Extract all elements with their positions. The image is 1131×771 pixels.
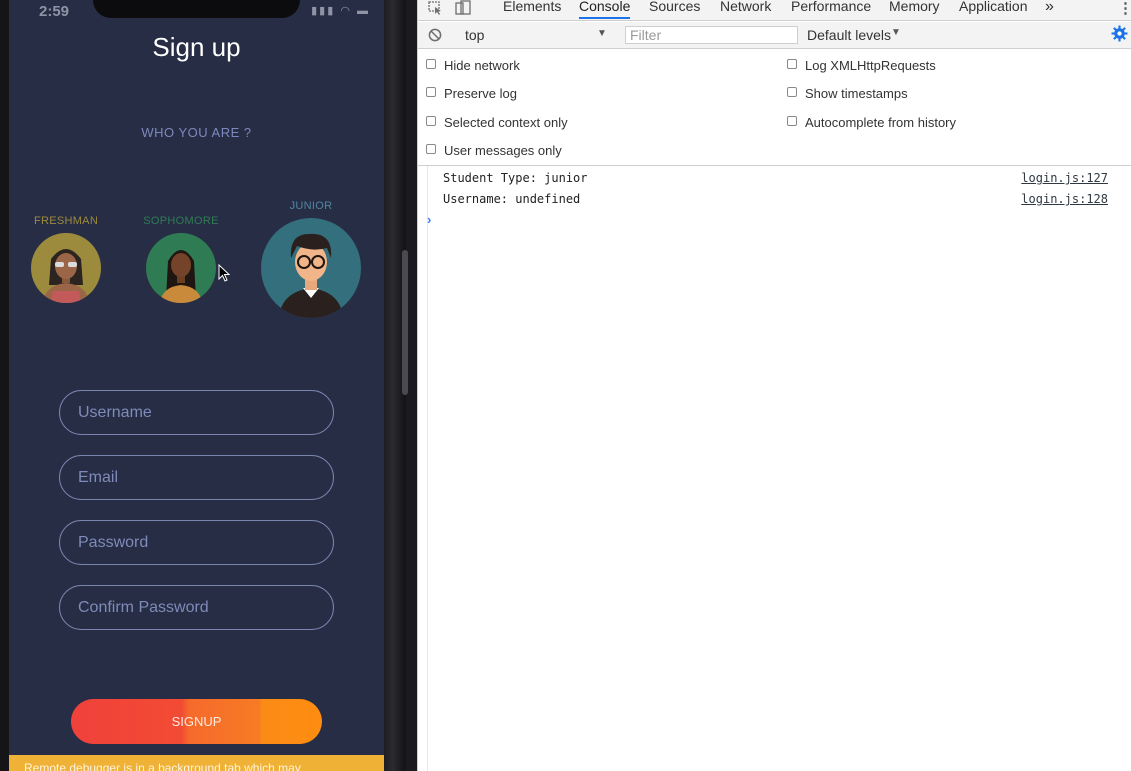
freshman-avatar (31, 233, 101, 303)
who-you-are-label: WHO YOU ARE ? (141, 125, 252, 140)
hide-network-checkbox[interactable] (426, 59, 436, 69)
selected-context-label: Selected context only (444, 115, 568, 130)
preserve-log-checkbox[interactable] (426, 87, 436, 97)
inspect-element-icon[interactable] (428, 1, 443, 15)
console-output[interactable]: Student Type: junior login.js:127 Userna… (418, 166, 1131, 771)
console-toolbar: top ▼ Filter Default levels ▼ (418, 22, 1131, 49)
levels-dropdown-icon[interactable]: ▼ (891, 27, 901, 38)
devtools-panel: Elements Console Sources Network Perform… (417, 0, 1131, 771)
console-settings-pane: Hide network Preserve log Selected conte… (418, 50, 1131, 166)
password-field[interactable]: Password (59, 520, 334, 565)
junior-avatar (261, 218, 361, 318)
status-time: 2:59 (39, 3, 70, 20)
status-icons: ▮▮▮ ◠ ▬ (311, 5, 370, 17)
tab-application[interactable]: Application (959, 0, 1028, 19)
context-dropdown-icon[interactable]: ▼ (597, 28, 607, 39)
console-gutter (418, 166, 428, 771)
username-field[interactable]: Username (59, 390, 334, 435)
autocomplete-checkbox[interactable] (787, 116, 797, 126)
log-source-link[interactable]: login.js:127 (1021, 171, 1108, 185)
more-tabs-chevron-icon[interactable]: » (1045, 0, 1054, 19)
mouse-cursor-icon (218, 264, 230, 282)
signup-button[interactable]: SIGNUP (71, 699, 322, 744)
clear-console-icon[interactable] (428, 28, 442, 42)
devtools-tabbar: Elements Console Sources Network Perform… (418, 0, 1131, 21)
avatar-option-freshman[interactable]: FRESHMAN (31, 215, 101, 303)
sophomore-avatar (146, 233, 216, 303)
avatar-label-junior: JUNIOR (289, 200, 333, 212)
tab-sources[interactable]: Sources (649, 0, 700, 19)
tab-network[interactable]: Network (720, 0, 771, 19)
device-toolbar-icon[interactable] (455, 0, 471, 15)
tab-console[interactable]: Console (579, 0, 631, 19)
page-title: Sign up (152, 32, 241, 62)
context-selector[interactable]: top (465, 27, 484, 43)
avatar-option-sophomore[interactable]: SOPHOMORE (141, 215, 221, 303)
email-field[interactable]: Email (59, 455, 334, 500)
log-message: Student Type: junior (443, 171, 588, 185)
avatar-option-junior[interactable]: JUNIOR (261, 200, 361, 318)
phone-notch (93, 0, 300, 18)
hide-network-label: Hide network (444, 58, 520, 73)
user-messages-checkbox[interactable] (426, 144, 436, 154)
log-source-link[interactable]: login.js:128 (1021, 192, 1108, 206)
log-levels-dropdown[interactable]: Default levels (807, 27, 891, 43)
debugger-warning-toast: Remote debugger is in a background tab w… (9, 755, 384, 771)
console-log-row: Username: undefined login.js:128 (443, 192, 1108, 213)
console-log-row: Student Type: junior login.js:127 (443, 171, 1108, 192)
tab-memory[interactable]: Memory (889, 0, 940, 19)
simulator-frame: 2:59 ▮▮▮ ◠ ▬ Sign up WHO YOU ARE ? FRESH… (0, 0, 408, 771)
kebab-menu-icon[interactable]: ⋮ (1118, 0, 1131, 17)
avatar-label-freshman: FRESHMAN (33, 215, 99, 227)
log-xhr-checkbox[interactable] (787, 59, 797, 69)
tab-elements[interactable]: Elements (503, 0, 561, 19)
selected-context-checkbox[interactable] (426, 116, 436, 126)
console-prompt-chevron-icon[interactable]: › (427, 212, 431, 227)
show-timestamps-checkbox[interactable] (787, 87, 797, 97)
log-message: Username: undefined (443, 192, 581, 206)
preserve-log-label: Preserve log (444, 86, 517, 101)
show-timestamps-label: Show timestamps (805, 86, 908, 101)
log-xhr-label: Log XMLHttpRequests (805, 58, 936, 73)
avatar-label-sophomore: SOPHOMORE (143, 215, 219, 227)
filter-input[interactable]: Filter (625, 26, 798, 44)
console-settings-gear-icon[interactable] (1111, 25, 1128, 42)
autocomplete-label: Autocomplete from history (805, 115, 957, 130)
simulator-scrollbar[interactable] (402, 250, 408, 395)
tab-performance[interactable]: Performance (791, 0, 871, 19)
confirm-password-field[interactable]: Confirm Password (59, 585, 334, 630)
phone-screen: 2:59 ▮▮▮ ◠ ▬ Sign up WHO YOU ARE ? FRESH… (9, 0, 384, 771)
user-messages-label: User messages only (444, 143, 562, 158)
